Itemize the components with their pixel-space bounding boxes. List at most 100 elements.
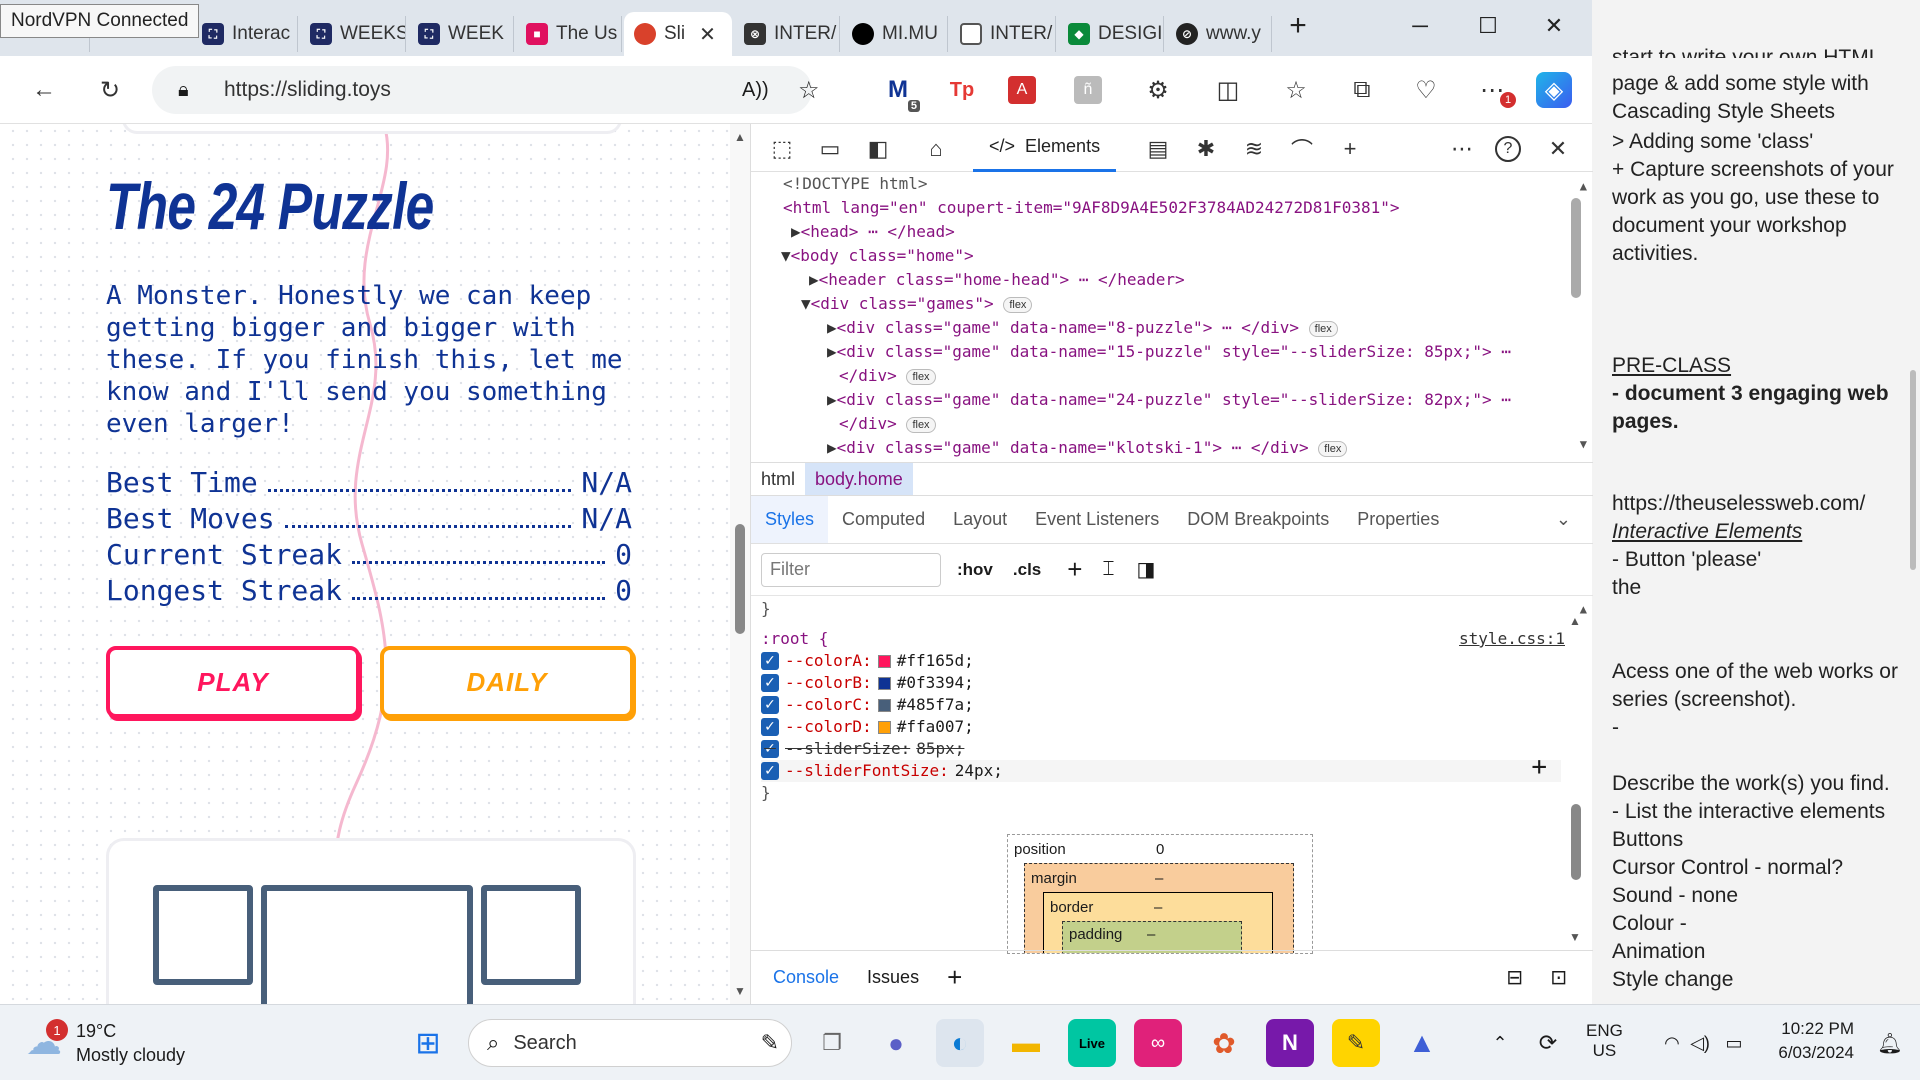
- task-view-icon[interactable]: ❐: [808, 1019, 856, 1067]
- collections-icon[interactable]: ⧉: [1344, 72, 1380, 108]
- dock-icon[interactable]: ◧: [863, 134, 893, 164]
- devtools-menu-icon[interactable]: ⋯: [1447, 134, 1477, 164]
- windows-start-icon[interactable]: ⊞: [404, 1019, 452, 1067]
- more-menu-icon[interactable]: ⋯ 1: [1474, 72, 1516, 108]
- address-bar[interactable]: 🔒︎ https://sliding.toys A)) ☆: [152, 66, 820, 114]
- color-swatch[interactable]: [877, 698, 891, 712]
- clock[interactable]: 10:22 PM 6/03/2024: [1772, 1019, 1854, 1063]
- tab-computed[interactable]: Computed: [828, 509, 939, 530]
- tab-elements[interactable]: </> Elements: [973, 124, 1117, 172]
- performance-icon[interactable]: ⌒: [1287, 134, 1317, 164]
- color-swatch[interactable]: [877, 720, 891, 734]
- tab-dom-breakpoints[interactable]: DOM Breakpoints: [1173, 509, 1343, 530]
- paint-brush-icon[interactable]: ⌶: [1102, 558, 1114, 581]
- puzzle-extensions-icon[interactable]: ⚙: [1140, 72, 1176, 108]
- checkbox[interactable]: ✓: [761, 652, 779, 670]
- note-line[interactable]: Colour -: [1612, 910, 1912, 938]
- tab-mimu[interactable]: MI.MU: [842, 16, 948, 52]
- daily-button[interactable]: DAILY: [380, 646, 634, 718]
- lock-icon[interactable]: 🔒︎: [178, 79, 189, 102]
- breadcrumb-html[interactable]: html: [751, 469, 805, 490]
- tab-www[interactable]: ⊘ www.y: [1166, 16, 1272, 52]
- toggle-sidebar-icon[interactable]: ◨: [1136, 557, 1155, 582]
- note-line[interactable]: Buttons: [1612, 826, 1912, 854]
- color-swatch[interactable]: [877, 676, 891, 690]
- teams-chat-icon[interactable]: ●: [872, 1019, 920, 1067]
- flex-badge[interactable]: flex: [906, 416, 936, 433]
- nordvpn-icon[interactable]: ▲: [1398, 1019, 1446, 1067]
- dom-line[interactable]: ▼<div class="games"> flex: [801, 292, 1033, 317]
- next-game-card[interactable]: [106, 838, 636, 1004]
- tab-interactive[interactable]: ⛶ Interac: [192, 16, 298, 52]
- dom-line[interactable]: </div> flex: [839, 412, 936, 437]
- note-line[interactable]: Acess one of the web works or series (sc…: [1612, 658, 1912, 714]
- copilot-icon[interactable]: ◈: [1536, 72, 1572, 108]
- checkbox[interactable]: ✓: [761, 718, 779, 736]
- note-line[interactable]: - Button 'please': [1612, 546, 1912, 574]
- language-indicator[interactable]: ENG US: [1586, 1021, 1623, 1061]
- note-line[interactable]: -: [1612, 714, 1912, 742]
- note-line[interactable]: page & add some style with Cascading Sty…: [1612, 70, 1912, 126]
- tab-weeks[interactable]: ⛶ WEEKS: [300, 16, 406, 52]
- scroll-down-arrow[interactable]: ▼: [734, 984, 746, 998]
- inspect-icon[interactable]: ⬚: [767, 134, 797, 164]
- new-tab-button[interactable]: +: [1278, 9, 1318, 42]
- flex-badge[interactable]: flex: [1308, 320, 1338, 337]
- onenote-icon[interactable]: N: [1266, 1019, 1314, 1067]
- hov-toggle[interactable]: :hov: [957, 560, 993, 580]
- photos-icon[interactable]: ✿: [1200, 1019, 1248, 1067]
- add-property-plus-icon[interactable]: +: [1531, 754, 1547, 780]
- note-line[interactable]: > Adding some 'class': [1612, 128, 1912, 156]
- console-icon[interactable]: ▤: [1143, 134, 1173, 164]
- welcome-home-icon[interactable]: ⌂: [921, 134, 951, 164]
- css-var-row-overridden[interactable]: ✓ --sliderSize: 85px;: [761, 738, 964, 760]
- css-var-row[interactable]: ✓ --colorD: #ffa007;: [761, 716, 974, 738]
- refresh-icon[interactable]: ↻: [92, 72, 128, 108]
- creative-cloud-icon[interactable]: ∞: [1134, 1019, 1182, 1067]
- root-selector[interactable]: :root {: [761, 628, 828, 650]
- dom-scroll-thumb[interactable]: [1571, 198, 1581, 298]
- dom-line[interactable]: ▶<div class="game" data-name="8-puzzle">…: [827, 316, 1338, 341]
- add-drawer-tab-icon[interactable]: +: [933, 962, 976, 993]
- note-line[interactable]: Interactive Elements: [1612, 518, 1912, 546]
- note-line[interactable]: + Capture screenshots of your work as yo…: [1612, 156, 1912, 268]
- checkbox[interactable]: ✓: [761, 762, 779, 780]
- css-var-row[interactable]: ✓ --colorB: #0f3394;: [761, 672, 974, 694]
- close-tab-icon[interactable]: ✕: [699, 22, 716, 47]
- device-emulation-icon[interactable]: ▭: [815, 134, 845, 164]
- note-heading[interactable]: PRE-CLASS: [1612, 352, 1912, 380]
- styles-scroll-down-arrow[interactable]: ▼: [1569, 930, 1581, 944]
- color-swatch[interactable]: [877, 654, 891, 668]
- mail-extension-icon[interactable]: M5: [880, 72, 920, 112]
- dom-line[interactable]: <html lang="en" coupert-item="9AF8D9A4E5…: [783, 196, 1400, 221]
- dom-line[interactable]: ▶<div class="game" data-name="24-puzzle"…: [827, 388, 1511, 413]
- more-tools-plus-icon[interactable]: +: [1335, 134, 1365, 164]
- tab-layout[interactable]: Layout: [939, 509, 1021, 530]
- scroll-up-arrow[interactable]: ▲: [734, 130, 746, 144]
- css-var-row[interactable]: ✓ --colorA: #ff165d;: [761, 650, 974, 672]
- checkbox[interactable]: ✓: [761, 696, 779, 714]
- dom-line[interactable]: ▶<div class="game" data-name="15-puzzle"…: [827, 340, 1511, 365]
- dom-line[interactable]: <!DOCTYPE html>: [783, 172, 928, 197]
- sticky-notes-icon[interactable]: ✎: [1332, 1019, 1380, 1067]
- edge-icon[interactable]: ◐: [936, 1019, 984, 1067]
- file-explorer-icon[interactable]: ▬: [1002, 1019, 1050, 1067]
- css-var-row[interactable]: ✓ --colorC: #485f7a;: [761, 694, 974, 716]
- styles-scroll-thumb[interactable]: [1571, 804, 1581, 880]
- browser-essentials-icon[interactable]: ♡: [1408, 72, 1444, 108]
- flex-badge[interactable]: flex: [906, 368, 936, 385]
- box-margin[interactable]: margin – border – padding –: [1024, 863, 1294, 953]
- dom-line[interactable]: ▶<head> ⋯ </head>: [791, 220, 955, 245]
- weather-temp[interactable]: 19°C: [76, 1021, 116, 1042]
- help-icon[interactable]: ?: [1495, 136, 1521, 162]
- dom-line[interactable]: </div> flex: [839, 364, 936, 389]
- tab-week[interactable]: ⛶ WEEK: [408, 16, 514, 52]
- favorite-star-icon[interactable]: ☆: [798, 76, 820, 105]
- styles-scroll-up-arrow[interactable]: ▲: [1569, 614, 1581, 628]
- checkbox[interactable]: ✓: [761, 740, 779, 758]
- note-link[interactable]: https://theuselessweb.com/: [1612, 490, 1912, 518]
- note-line-cut[interactable]: start to write your own HTML: [1612, 40, 1912, 58]
- play-button[interactable]: PLAY: [106, 646, 360, 718]
- live-app-icon[interactable]: Live: [1068, 1019, 1116, 1067]
- notification-bell-icon[interactable]: 🔔︎: [1866, 1019, 1914, 1067]
